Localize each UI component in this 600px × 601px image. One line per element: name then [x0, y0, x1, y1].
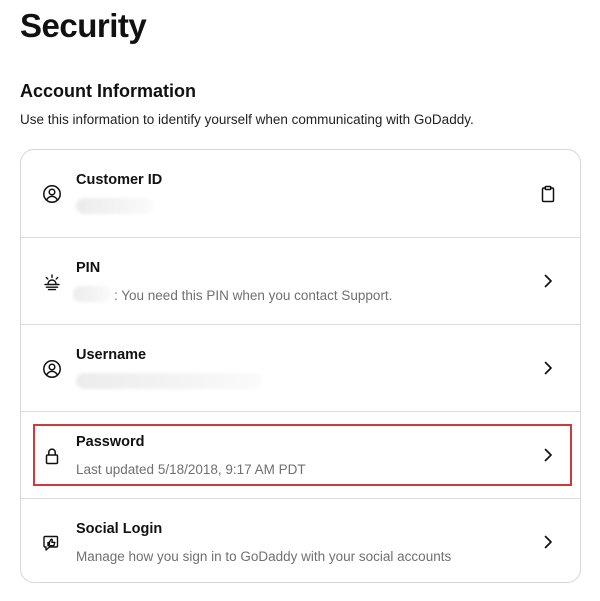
- username-label: Username: [76, 347, 147, 363]
- pin-subtitle: : You need this PIN when you contact Sup…: [114, 288, 393, 303]
- customer-id-label: Customer ID: [76, 172, 163, 188]
- social-login-subtitle: Manage how you sign in to GoDaddy with y…: [76, 549, 452, 564]
- username-row[interactable]: Username: [21, 324, 580, 411]
- social-login-row[interactable]: Social Login Manage how you sign in to G…: [21, 498, 580, 582]
- lock-icon: [42, 446, 62, 466]
- customer-id-row: Customer ID: [21, 150, 580, 237]
- social-login-label: Social Login: [76, 521, 163, 537]
- clipboard-icon[interactable]: [538, 184, 558, 204]
- user-circle-icon: [42, 184, 62, 204]
- sunrise-icon: [42, 272, 62, 292]
- section-description: Use this information to identify yoursel…: [20, 112, 474, 127]
- section-title: Account Information: [20, 81, 196, 101]
- chevron-right-icon[interactable]: [538, 532, 558, 552]
- password-label: Password: [76, 434, 145, 450]
- customer-id-value-redacted: [76, 198, 154, 214]
- account-info-card: Customer ID PIN : You need this PIN when…: [20, 149, 581, 583]
- chevron-right-icon[interactable]: [538, 271, 558, 291]
- chevron-right-icon[interactable]: [538, 445, 558, 465]
- pin-row[interactable]: PIN : You need this PIN when you contact…: [21, 237, 580, 324]
- pin-label: PIN: [76, 260, 101, 276]
- password-subtitle: Last updated 5/18/2018, 9:17 AM PDT: [76, 462, 306, 477]
- pin-value-redacted: [73, 286, 111, 302]
- chevron-right-icon[interactable]: [538, 358, 558, 378]
- thumbs-up-chat-icon: [42, 533, 62, 553]
- username-value-redacted: [76, 373, 262, 389]
- page-title: Security: [20, 7, 147, 44]
- password-row[interactable]: Password Last updated 5/18/2018, 9:17 AM…: [21, 411, 580, 498]
- user-circle-icon: [42, 359, 62, 379]
